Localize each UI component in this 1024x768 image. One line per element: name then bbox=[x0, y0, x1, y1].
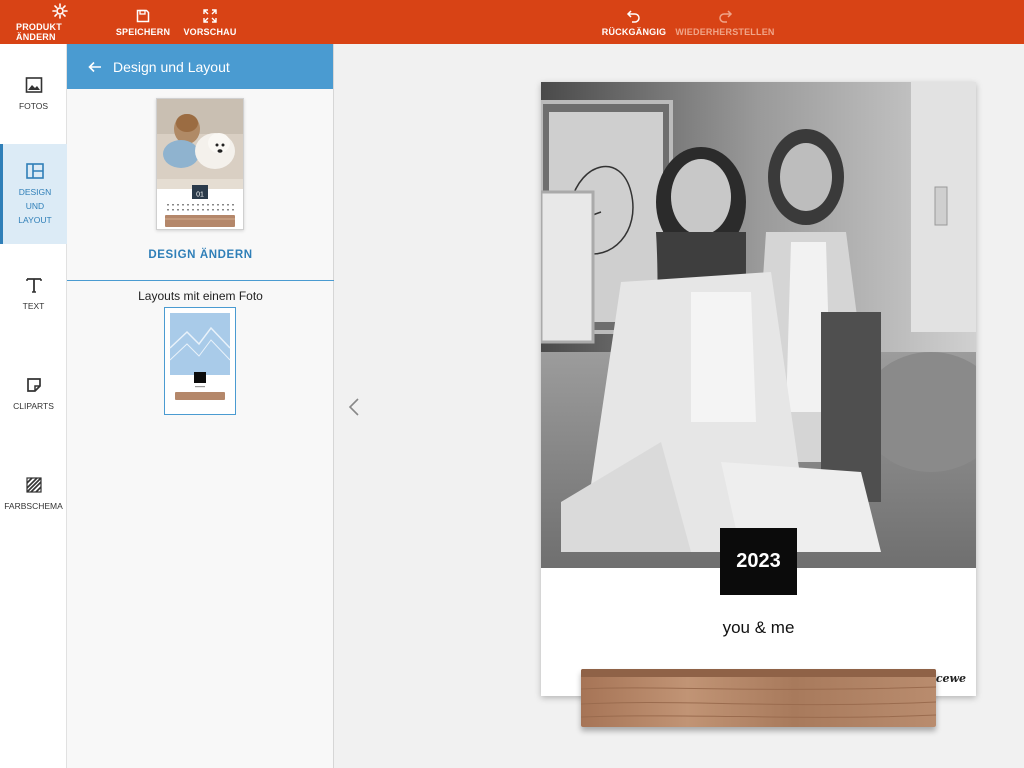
undo-label: RÜCKGÄNGIG bbox=[601, 26, 667, 37]
undo-button[interactable]: RÜCKGÄNGIG bbox=[600, 0, 668, 44]
calendar-photo[interactable] bbox=[541, 82, 976, 568]
wooden-stand bbox=[581, 669, 936, 727]
panel-divider bbox=[67, 280, 334, 281]
year-label[interactable]: 2023 bbox=[720, 528, 797, 595]
rail-item-design-layout[interactable]: DESIGN UND LAYOUT bbox=[0, 144, 67, 244]
rail-item-color-scheme[interactable]: FARBSCHEMA bbox=[0, 464, 67, 524]
design-layout-panel: Design und Layout 01 DESIGN ÄNDERN Layou… bbox=[67, 44, 334, 768]
rail-label-layout: LAYOUT bbox=[18, 215, 52, 225]
preview-button[interactable]: VORSCHAU bbox=[182, 0, 238, 44]
editor-canvas: 2023 you & me cewe bbox=[334, 44, 1024, 768]
design-preview-image: 01 bbox=[157, 99, 243, 227]
rail-label-text: TEXT bbox=[22, 301, 45, 311]
top-toolbar: PRODUKT ÄNDERN SPEICHERN VORSCHAU RÜCKGÄ… bbox=[0, 0, 1024, 44]
fullscreen-icon bbox=[203, 8, 217, 23]
layout-preview-image bbox=[169, 313, 231, 400]
back-arrow-icon[interactable] bbox=[87, 59, 103, 75]
panel-header: Design und Layout bbox=[67, 44, 333, 89]
layout-icon bbox=[26, 163, 44, 179]
save-label: SPEICHERN bbox=[115, 26, 171, 37]
rail-label-design: DESIGN bbox=[18, 187, 52, 197]
gear-icon bbox=[52, 2, 68, 19]
rail-item-text[interactable]: TEXT bbox=[0, 264, 67, 324]
rail-item-cliparts[interactable]: CLIPARTS bbox=[0, 364, 67, 424]
redo-button[interactable]: WIEDERHERSTELLEN bbox=[675, 0, 774, 44]
rail-label-photos: FOTOS bbox=[18, 101, 49, 111]
calendar-page: 2023 you & me cewe bbox=[541, 82, 976, 696]
layout-option-single-photo[interactable] bbox=[164, 307, 236, 415]
change-product-label: PRODUKT ÄNDERN bbox=[16, 21, 62, 42]
save-icon bbox=[136, 9, 150, 22]
color-scheme-icon bbox=[25, 477, 42, 493]
left-nav-rail: FOTOS DESIGN UND LAYOUT TEXT CLIPARTS FA… bbox=[0, 44, 67, 768]
text-icon bbox=[25, 278, 42, 293]
redo-icon bbox=[719, 9, 733, 23]
save-button[interactable]: SPEICHERN bbox=[114, 0, 172, 44]
rail-label-und: UND bbox=[25, 201, 45, 211]
photo-image bbox=[541, 82, 976, 568]
redo-label: WIEDERHERSTELLEN bbox=[675, 26, 775, 37]
rail-item-photos[interactable]: FOTOS bbox=[0, 64, 67, 124]
clipart-icon bbox=[26, 378, 41, 392]
change-design-button[interactable]: DESIGN ÄNDERN bbox=[67, 249, 334, 261]
page-subtitle[interactable]: you & me bbox=[541, 618, 976, 638]
panel-title: Design und Layout bbox=[113, 58, 230, 75]
rail-label-cliparts: CLIPARTS bbox=[13, 401, 54, 411]
change-product-button[interactable]: PRODUKT ÄNDERN bbox=[16, 0, 104, 44]
layouts-section-label: Layouts mit einem Foto bbox=[138, 289, 263, 303]
thumb-month-number: 01 bbox=[196, 192, 204, 199]
current-design-thumbnail[interactable]: 01 bbox=[156, 98, 244, 230]
image-icon bbox=[25, 77, 42, 93]
chevron-left-icon[interactable] bbox=[347, 396, 361, 418]
brand-logo: cewe bbox=[935, 672, 966, 685]
undo-icon bbox=[626, 9, 640, 23]
preview-label: VORSCHAU bbox=[183, 26, 237, 37]
rail-label-color-scheme: FARBSCHEMA bbox=[4, 501, 63, 511]
